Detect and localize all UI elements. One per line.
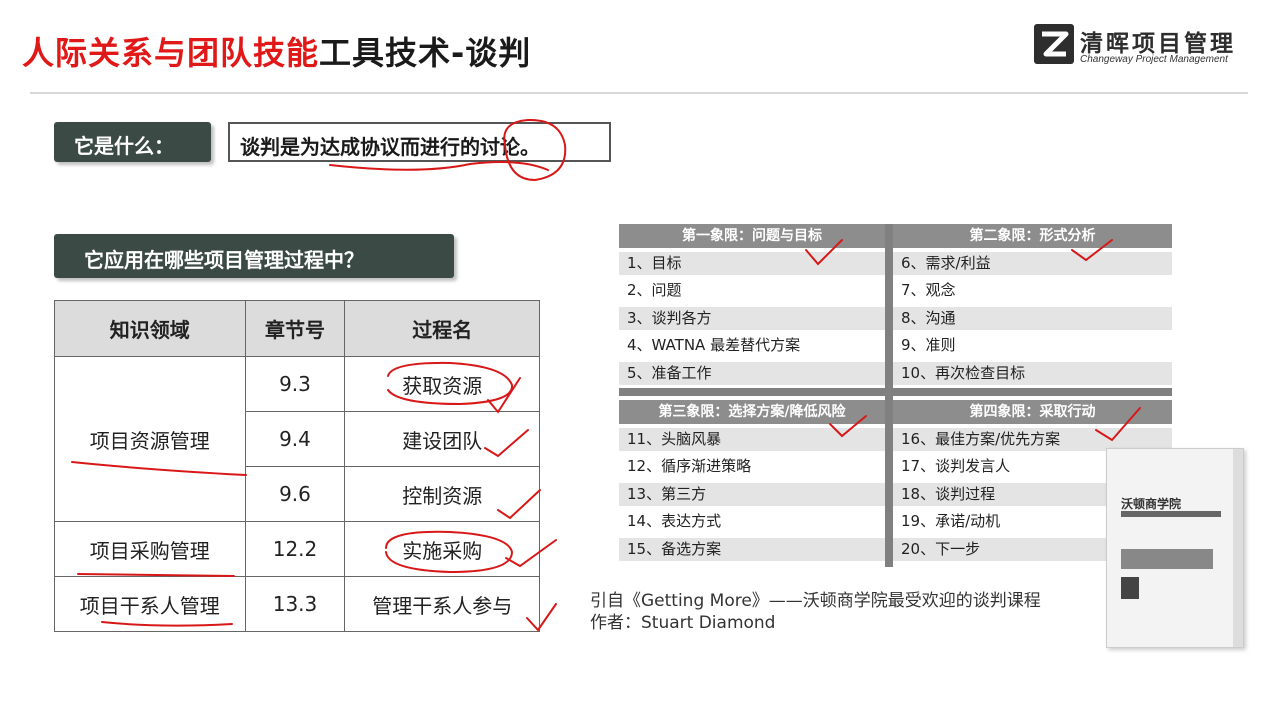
table-row: 项目干系人管理 13.3 管理干系人参与 bbox=[54, 576, 540, 632]
quadrant-item: 15、备选方案 bbox=[619, 538, 885, 561]
process-table: 知识领域 章节号 过程名 项目资源管理 9.3 获取资源 9.4 建设团队 9.… bbox=[54, 300, 540, 632]
process-cell: 获取资源 bbox=[344, 356, 540, 412]
quadrant-horizontal-divider bbox=[619, 388, 1172, 396]
header-area: 知识领域 bbox=[54, 300, 246, 357]
quadrant-item: 14、表达方式 bbox=[627, 512, 722, 530]
chapter-cell: 12.2 bbox=[244, 521, 346, 577]
definition-text: 谈判是为达成协议而进行的讨论。 bbox=[228, 122, 611, 162]
quadrant-item: 4、WATNA 最差替代方案 bbox=[627, 336, 801, 354]
quadrant-4-title: 第四象限：采取行动 bbox=[893, 400, 1172, 424]
chapter-cell: 13.3 bbox=[244, 576, 346, 632]
quadrant-item: 13、第三方 bbox=[619, 483, 885, 506]
quadrant-item: 11、头脑风暴 bbox=[619, 428, 885, 451]
header-divider bbox=[30, 92, 1248, 94]
source-quote: 引自《Getting More》——沃顿商学院最受欢迎的谈判课程 作者：Stua… bbox=[590, 590, 1041, 634]
quadrant-item: 6、需求/利益 bbox=[893, 252, 1172, 275]
table-row: 项目采购管理 12.2 实施采购 bbox=[54, 521, 540, 577]
chapter-cell: 9.4 bbox=[244, 411, 346, 467]
book-subtitle-bar bbox=[1121, 511, 1221, 517]
quadrant-item: 1、目标 bbox=[619, 252, 885, 275]
slide-title-black: 工具技术-谈判 bbox=[319, 34, 532, 72]
company-logo: 清晖项目管理 Changeway Project Management bbox=[1034, 22, 1254, 70]
process-cell: 建设团队 bbox=[344, 411, 540, 467]
area-cell: 项目资源管理 bbox=[54, 356, 246, 522]
ink-underline-definition bbox=[329, 161, 549, 171]
quote-line-2: 作者：Stuart Diamond bbox=[590, 613, 776, 633]
table-header-row: 知识领域 章节号 过程名 bbox=[54, 300, 540, 357]
logo-name: 清晖项目管理 bbox=[1080, 31, 1236, 57]
slide-title-red: 人际关系与团队技能 bbox=[22, 34, 320, 72]
quadrant-1-title: 第一象限：问题与目标 bbox=[619, 224, 885, 248]
slide-title: 人际关系与团队技能工具技术-谈判 bbox=[22, 28, 531, 74]
quadrant-item: 8、沟通 bbox=[893, 307, 1172, 330]
book-banner bbox=[1121, 549, 1213, 569]
quadrant-item: 9、准则 bbox=[901, 336, 956, 354]
quadrant-item: 12、循序渐进策略 bbox=[627, 457, 752, 475]
logo-english: Changeway Project Management bbox=[1080, 54, 1228, 65]
quadrant-item: 3、谈判各方 bbox=[619, 307, 885, 330]
area-cell: 项目采购管理 bbox=[54, 521, 246, 577]
quadrant-item: 2、问题 bbox=[627, 281, 682, 299]
apply-label: 它应用在哪些项目管理过程中？ bbox=[54, 234, 454, 278]
chapter-cell: 9.3 bbox=[244, 356, 346, 412]
quadrant-item: 7、观念 bbox=[901, 281, 956, 299]
table-row: 项目资源管理 9.3 获取资源 bbox=[54, 356, 540, 522]
area-cell: 项目干系人管理 bbox=[54, 576, 246, 632]
book-spine bbox=[1233, 449, 1243, 647]
book-cover-image: 沃顿商学院 bbox=[1106, 448, 1244, 648]
quadrant-item: 10、再次检查目标 bbox=[893, 362, 1172, 385]
process-cell: 实施采购 bbox=[344, 521, 540, 577]
quote-line-1: 引自《Getting More》——沃顿商学院最受欢迎的谈判课程 bbox=[590, 591, 1041, 611]
chapter-cell: 9.6 bbox=[244, 466, 346, 522]
book-title: 沃顿商学院 bbox=[1121, 497, 1182, 511]
process-cell: 控制资源 bbox=[344, 466, 540, 522]
what-label: 它是什么： bbox=[54, 122, 211, 162]
quadrant-item: 5、准备工作 bbox=[619, 362, 885, 385]
header-process: 过程名 bbox=[344, 300, 540, 357]
header-chapter: 章节号 bbox=[244, 300, 346, 357]
book-logo-mark bbox=[1121, 577, 1139, 599]
quadrant-chart: 第一象限：问题与目标 1、目标 2、问题 3、谈判各方 4、WATNA 最差替代… bbox=[619, 224, 1172, 567]
quadrant-2-title: 第二象限：形式分析 bbox=[893, 224, 1172, 248]
process-cell: 管理干系人参与 bbox=[344, 576, 540, 632]
logo-mark-icon bbox=[1034, 24, 1074, 64]
quadrant-3-title: 第三象限：选择方案/降低风险 bbox=[619, 400, 885, 424]
